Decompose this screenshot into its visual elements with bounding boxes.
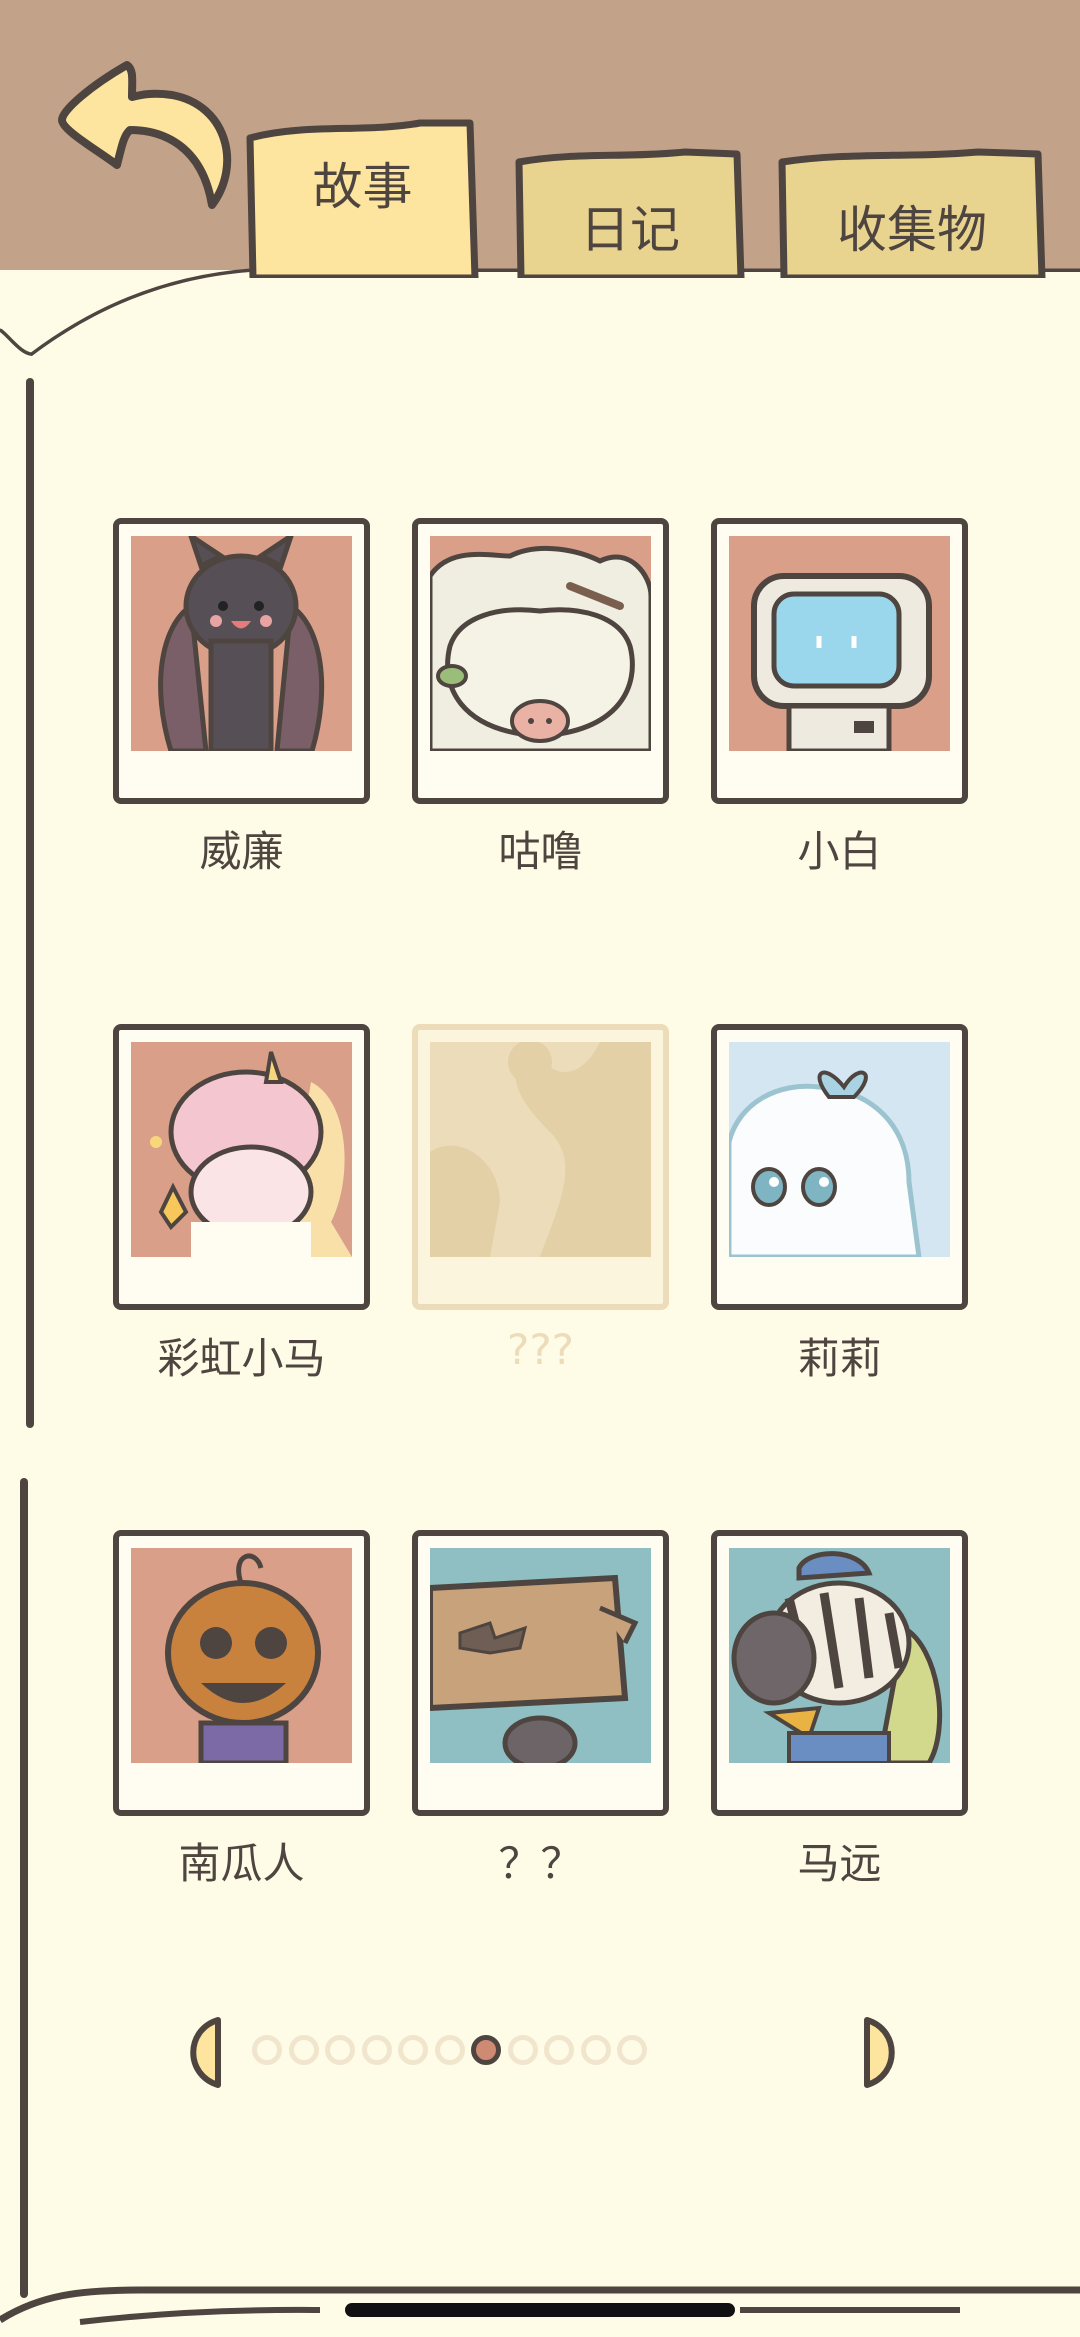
ghost-character-portrait — [729, 1042, 950, 1257]
character-name: 小白 — [797, 827, 882, 876]
half-moon-right-arrow-icon — [864, 2017, 895, 2088]
character-name: 彩虹小马 — [157, 1334, 326, 1383]
zebra-character-portrait — [729, 1548, 950, 1763]
character-card-locked[interactable] — [412, 1024, 669, 1310]
tab-story[interactable]: 故事 — [245, 118, 480, 278]
pumpkin-character-portrait — [131, 1548, 352, 1763]
page-dot[interactable] — [581, 2035, 611, 2065]
character-card-mayuan[interactable] — [711, 1530, 968, 1816]
half-moon-left-arrow-icon — [190, 2017, 221, 2088]
previous-page-button[interactable] — [180, 2015, 230, 2090]
next-page-button[interactable] — [855, 2015, 905, 2090]
tab-diary[interactable]: 日记 — [515, 148, 745, 278]
tab-story-label: 故事 — [312, 158, 413, 216]
character-name: 莉莉 — [797, 1334, 882, 1383]
character-card-pumpkin-man[interactable] — [113, 1530, 370, 1816]
character-name: 马远 — [797, 1839, 882, 1888]
curved-arrow-back-icon — [58, 61, 232, 209]
page-dot[interactable] — [471, 2035, 501, 2065]
unicorn-character-portrait — [131, 1042, 352, 1257]
robot-character-portrait — [729, 536, 950, 751]
page-dot[interactable] — [544, 2035, 574, 2065]
tab-diary-label: 日记 — [580, 200, 680, 259]
book-spine-line-lower — [20, 1478, 28, 2298]
sheep-character-portrait — [430, 536, 651, 751]
character-card-william[interactable] — [113, 518, 370, 804]
back-button[interactable] — [52, 55, 237, 225]
character-card-gulu[interactable] — [412, 518, 669, 804]
character-name: 咕噜 — [498, 827, 583, 876]
book-spine-line — [26, 378, 34, 1428]
page-dot[interactable] — [508, 2035, 538, 2065]
page-dot[interactable] — [289, 2035, 319, 2065]
tab-collectibles-label: 收集物 — [837, 200, 987, 259]
page-dot[interactable] — [362, 2035, 392, 2065]
character-name: ??? — [507, 1325, 574, 1374]
page-dot[interactable] — [252, 2035, 282, 2065]
character-name: ？？ — [498, 1839, 583, 1888]
character-card-rainbow-pony[interactable] — [113, 1024, 370, 1310]
page-dot[interactable] — [325, 2035, 355, 2065]
bat-character-portrait — [131, 536, 352, 751]
box-character-portrait — [430, 1548, 651, 1763]
tab-collectibles[interactable]: 收集物 — [778, 148, 1046, 278]
character-name: 威廉 — [199, 827, 284, 876]
character-card-xiaobai[interactable] — [711, 518, 968, 804]
character-card-unknown[interactable] — [412, 1530, 669, 1816]
character-card-lily[interactable] — [711, 1024, 968, 1310]
character-name: 南瓜人 — [178, 1839, 305, 1888]
page-dot[interactable] — [435, 2035, 465, 2065]
page-dot[interactable] — [398, 2035, 428, 2065]
locked-silhouette-portrait — [430, 1042, 651, 1257]
home-indicator[interactable] — [345, 2303, 735, 2317]
page-dot[interactable] — [617, 2035, 647, 2065]
